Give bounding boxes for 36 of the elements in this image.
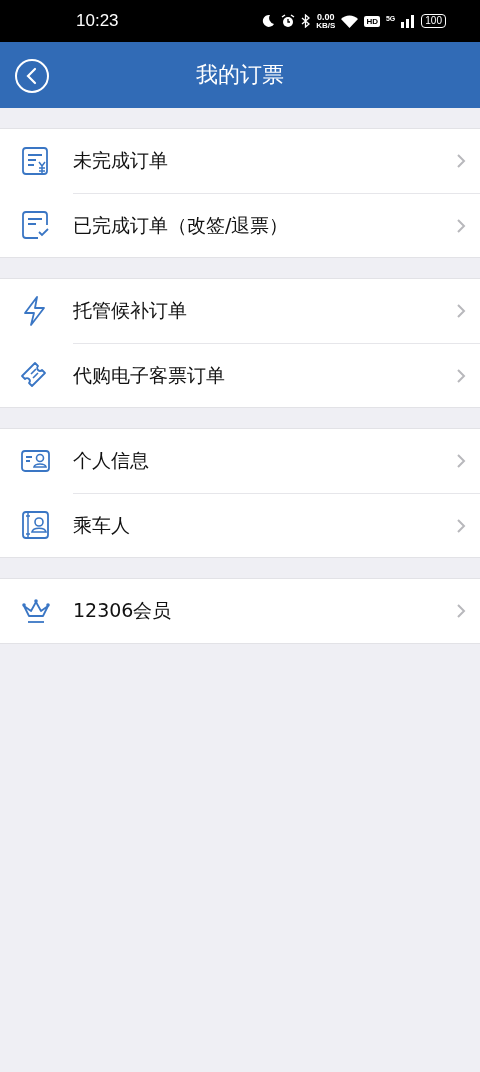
chevron-right-icon: [456, 603, 466, 619]
battery-indicator: 100: [421, 14, 446, 28]
signal-icon: [401, 14, 416, 28]
menu-label: 已完成订单（改签/退票）: [73, 212, 290, 238]
contact-card-icon: [20, 509, 52, 541]
menu-item[interactable]: 未完成订单: [0, 129, 480, 193]
chevron-right-icon: [456, 303, 466, 319]
menu-item[interactable]: 代购电子客票订单: [0, 343, 480, 407]
chevron-right-icon: [456, 517, 466, 534]
menu-label: 乘车人: [73, 512, 131, 538]
chevron-left-icon: [25, 67, 39, 85]
menu-label: 12306会员: [73, 598, 173, 623]
chevron-right-icon: [456, 153, 466, 169]
moon-icon: [261, 14, 276, 28]
menu-item[interactable]: 个人信息: [0, 429, 480, 493]
clock: 10:23: [76, 11, 120, 31]
speed-unit: KB/S: [316, 21, 336, 30]
menu-item[interactable]: 已完成订单（改签/退票）: [0, 193, 480, 257]
wifi-icon: [341, 14, 359, 28]
menu-item[interactable]: 12306会员: [0, 579, 480, 643]
chevron-right-icon: [456, 367, 466, 384]
page-title: 我的订票: [196, 61, 284, 89]
menu-item[interactable]: 乘车人: [0, 493, 480, 557]
back-button[interactable]: [15, 59, 49, 93]
chevron-right-icon: [456, 217, 466, 234]
network-speed: 0.00: [317, 12, 335, 22]
hd-badge: HD: [364, 15, 380, 27]
menu-label: 托管候补订单: [73, 298, 188, 323]
menu-label: 代购电子客票订单: [73, 362, 226, 388]
chevron-right-icon: [456, 453, 466, 469]
menu-label: 个人信息: [73, 448, 150, 473]
bluetooth-icon: [301, 14, 311, 28]
checked-list-icon: [20, 209, 52, 241]
alarm-icon: [281, 14, 296, 28]
menu-item[interactable]: 托管候补订单: [0, 279, 480, 343]
menu-label: 未完成订单: [73, 148, 169, 173]
